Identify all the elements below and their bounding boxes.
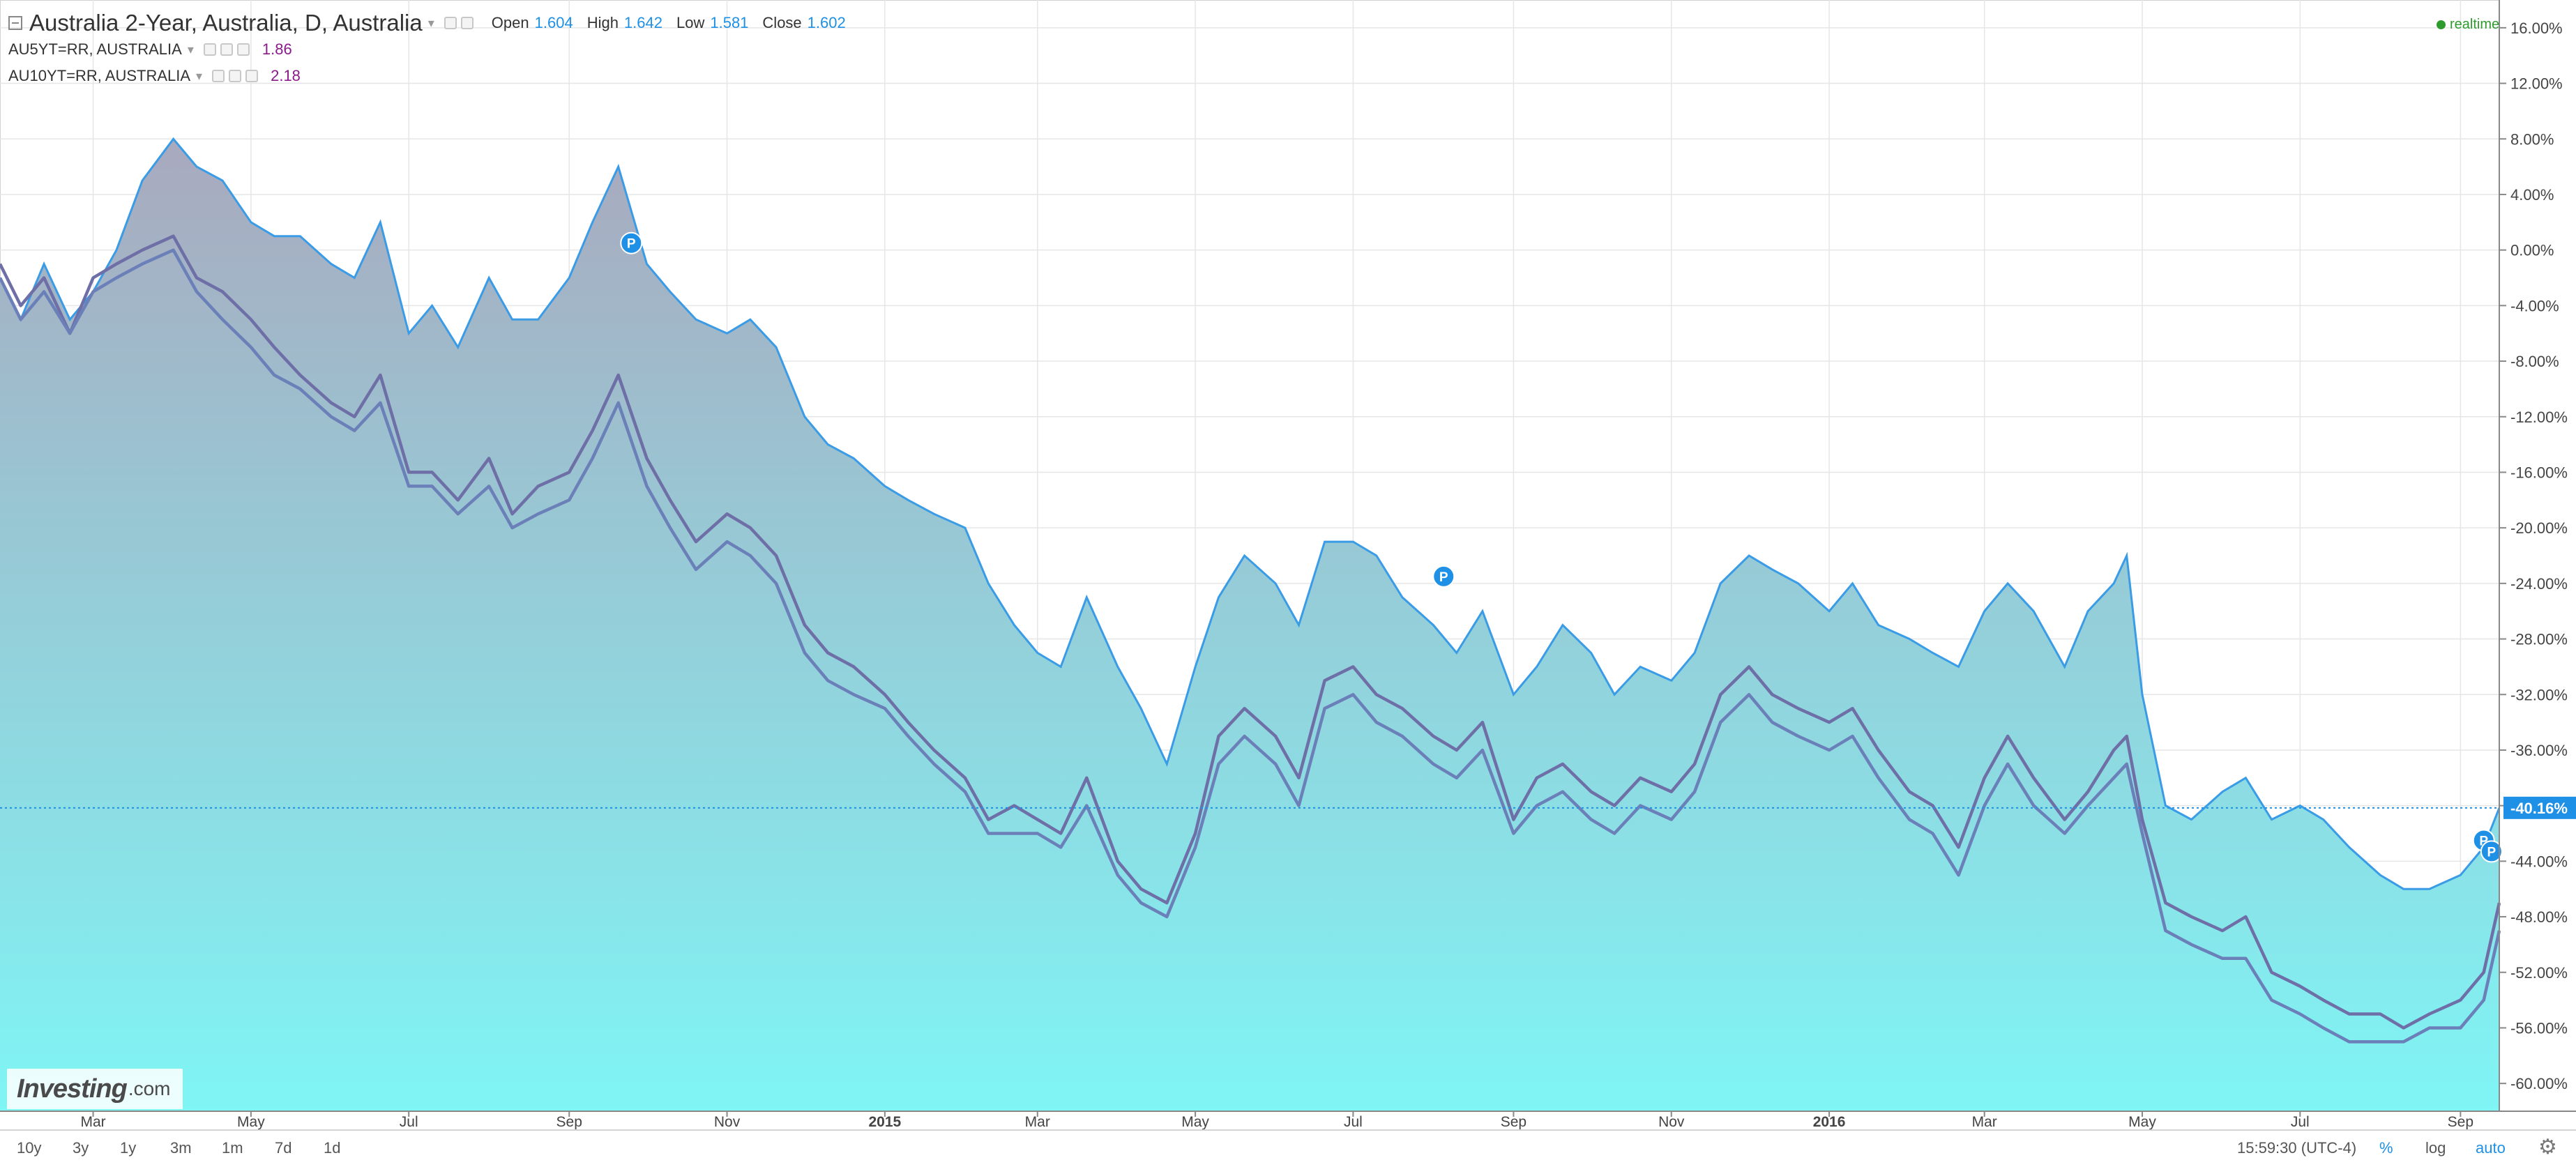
y-tick-label: -28.00%	[2510, 631, 2568, 648]
x-tick-label: Jul	[2291, 1114, 2310, 1129]
y-tick-label: 4.00%	[2510, 186, 2554, 204]
y-tick-label: -24.00%	[2510, 575, 2568, 593]
time-readout: 15:59:30 (UTC-4)	[2237, 1139, 2357, 1157]
au10y-value: 2.18	[271, 67, 301, 84]
x-tick-label: Sep	[2448, 1114, 2473, 1129]
low-label: Low	[676, 14, 705, 31]
open-value: 1.604	[534, 14, 573, 31]
visibility-icon[interactable]	[460, 17, 473, 29]
period-1y-button[interactable]: 1y	[120, 1139, 136, 1157]
y-tick-label: -4.00%	[2510, 297, 2559, 314]
au5y-value: 1.86	[262, 40, 292, 58]
event-marker-label: P	[627, 237, 636, 252]
main-series-title[interactable]: Australia 2-Year, Australia, D, Australi…	[29, 10, 423, 36]
period-7d-button[interactable]: 7d	[275, 1139, 291, 1157]
y-tick-label: -16.00%	[2510, 464, 2568, 481]
open-label: Open	[491, 14, 529, 31]
low-value: 1.581	[710, 14, 749, 31]
y-tick-label: -20.00%	[2510, 519, 2568, 537]
chart-plot[interactable]: PPPP 16.00%12.00%8.00%4.00%0.00%-4.00%-8…	[0, 0, 2576, 1129]
realtime-label: realtime	[2450, 17, 2500, 32]
event-marker-label: P	[2487, 845, 2497, 860]
close-value: 1.602	[807, 14, 846, 31]
period-10y-button[interactable]: 10y	[17, 1139, 41, 1157]
close-icon[interactable]	[245, 70, 259, 82]
y-tick-label: -56.00%	[2510, 1019, 2568, 1037]
x-tick-label: 2015	[869, 1114, 902, 1129]
y-tick-label: -60.00%	[2510, 1075, 2568, 1092]
close-label: Close	[762, 14, 802, 31]
y-tick-label: 12.00%	[2510, 75, 2563, 93]
x-tick-label: May	[1181, 1114, 1209, 1129]
period-1d-button[interactable]: 1d	[324, 1139, 340, 1157]
chart-frame: PPPP 16.00% 12.00% 8.00% 4.00% 0.00% -4.00% -8…	[0, 0, 2576, 1167]
legend-row-main: Australia 2-Year, Australia, D, Australi…	[8, 10, 846, 36]
high-label: High	[586, 14, 619, 31]
gear-icon[interactable]: ⚙	[2538, 1135, 2557, 1159]
y-tick-label: -44.00%	[2510, 853, 2568, 870]
y-tick-label: -8.00%	[2510, 353, 2559, 370]
settings-icon[interactable]	[212, 70, 225, 82]
legend-row-au10y: AU10YT=RR, AUSTRALIA ▾ 2.18	[8, 63, 846, 89]
area-series	[0, 137, 2501, 1111]
logo-main-text: Investing	[17, 1074, 128, 1104]
y-tick-label: -52.00%	[2510, 964, 2568, 982]
close-icon[interactable]	[236, 43, 250, 56]
chevron-down-icon[interactable]: ▾	[188, 43, 194, 57]
legend-row-au5y: AU5YT=RR, AUSTRALIA ▾ 1.86	[8, 36, 846, 63]
x-tick-label: May	[237, 1114, 265, 1129]
y-tick-label: 0.00%	[2510, 242, 2554, 259]
chevron-down-icon[interactable]: ▾	[196, 69, 202, 84]
log-scale-button[interactable]: log	[2425, 1139, 2446, 1157]
collapse-icon[interactable]	[8, 16, 22, 30]
realtime-indicator: realtime	[2437, 17, 2499, 33]
y-tick-label: -36.00%	[2510, 742, 2568, 759]
y-tick-label: -12.00%	[2510, 409, 2568, 426]
visibility-icon[interactable]	[220, 43, 233, 56]
x-tick-label: Nov	[1658, 1114, 1685, 1129]
au2y-area	[0, 139, 2499, 1111]
percent-scale-button[interactable]: %	[2379, 1139, 2393, 1157]
visibility-icon[interactable]	[229, 70, 242, 82]
x-tick-label: Sep	[1501, 1114, 1526, 1129]
y-tick-label: -48.00%	[2510, 908, 2568, 926]
settings-icon[interactable]	[203, 43, 216, 56]
x-tick-label: Mar	[80, 1114, 105, 1129]
period-1m-button[interactable]: 1m	[222, 1139, 243, 1157]
current-value-label: -40.16%	[2510, 800, 2568, 817]
event-marker-label: P	[1439, 570, 1448, 585]
y-tick-label: 16.00%	[2510, 20, 2563, 37]
chevron-down-icon[interactable]: ▾	[428, 16, 434, 31]
period-3y-button[interactable]: 3y	[73, 1139, 89, 1157]
x-tick-label: Sep	[556, 1114, 582, 1129]
investing-logo: Investing .com	[7, 1069, 183, 1109]
legend: Australia 2-Year, Australia, D, Australi…	[8, 10, 846, 89]
bottom-toolbar: 10y 3y 1y 3m 1m 7d 1d 15:59:30 (UTC-4) %…	[0, 1129, 2576, 1167]
au10y-series-title[interactable]: AU10YT=RR, AUSTRALIA	[8, 67, 190, 85]
y-tick-label: -32.00%	[2510, 686, 2568, 703]
y-tick-label: 8.00%	[2510, 130, 2554, 148]
x-tick-label: Nov	[714, 1114, 741, 1129]
au5y-series-title[interactable]: AU5YT=RR, AUSTRALIA	[8, 40, 182, 59]
auto-scale-button[interactable]: auto	[2476, 1139, 2506, 1157]
x-tick-label: Mar	[1025, 1114, 1050, 1129]
settings-icon[interactable]	[444, 17, 457, 29]
status-dot-icon	[2437, 20, 2446, 29]
x-tick-label: Jul	[1344, 1114, 1363, 1129]
x-tick-label: Jul	[400, 1114, 418, 1129]
high-value: 1.642	[623, 14, 662, 31]
x-tick-label: Mar	[1972, 1114, 1997, 1129]
x-tick-label: May	[2128, 1114, 2156, 1129]
x-tick-label: 2016	[1813, 1114, 1846, 1129]
x-axis: Mar May Jul Sep Nov 2015 Mar May Jul Sep Nov 2016 Ma…	[0, 1111, 2576, 1129]
period-3m-button[interactable]: 3m	[170, 1139, 192, 1157]
logo-suffix-text: .com	[128, 1078, 171, 1099]
